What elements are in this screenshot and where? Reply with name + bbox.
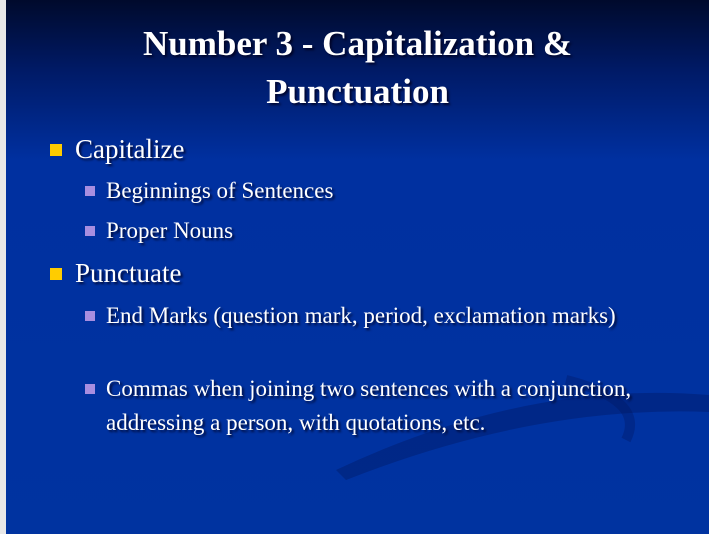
sub-bullet-text: Beginnings of Sentences xyxy=(106,178,334,203)
bullet-capitalize: Capitalize xyxy=(50,132,184,166)
sub-bullet: Commas when joining two sentences with a… xyxy=(85,372,685,440)
sub-bullet: End Marks (question mark, period, exclam… xyxy=(85,299,685,333)
sub-bullet-text: Commas when joining two sentences with a… xyxy=(106,376,632,435)
sub-bullet-text: End Marks (question mark, period, exclam… xyxy=(106,303,616,328)
square-bullet-icon xyxy=(85,186,95,196)
slide: Number 3 - Capitalization & Punctuation … xyxy=(6,0,709,534)
square-bullet-icon xyxy=(85,384,95,394)
square-bullet-icon xyxy=(85,311,95,321)
bullet-text: Capitalize xyxy=(75,134,185,164)
square-bullet-icon xyxy=(85,226,95,236)
slide-title: Number 3 - Capitalization & Punctuation xyxy=(142,24,573,111)
sub-bullet-text: Proper Nouns xyxy=(106,218,234,243)
square-bullet-icon xyxy=(50,268,62,280)
bullet-punctuate: Punctuate xyxy=(50,256,181,290)
square-bullet-icon xyxy=(50,144,62,156)
sub-bullet: Beginnings of Sentences xyxy=(85,174,685,208)
bullet-text: Punctuate xyxy=(75,258,182,288)
sub-bullet: Proper Nouns xyxy=(85,214,685,248)
